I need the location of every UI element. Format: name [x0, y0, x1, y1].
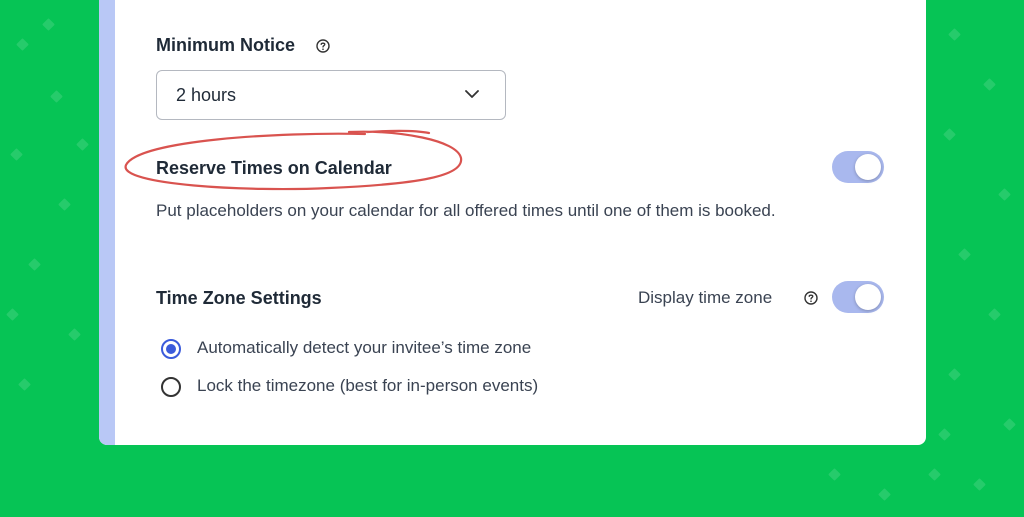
toggle-knob [855, 154, 881, 180]
lock-timezone-label[interactable]: Lock the timezone (best for in-person ev… [197, 376, 538, 396]
auto-detect-timezone-radio[interactable] [161, 339, 181, 359]
auto-detect-timezone-label[interactable]: Automatically detect your invitee’s time… [197, 338, 531, 358]
help-circle-icon[interactable] [316, 39, 330, 53]
reserve-times-toggle[interactable] [832, 151, 884, 183]
display-time-zone-toggle[interactable] [832, 281, 884, 313]
time-zone-settings-label: Time Zone Settings [156, 288, 322, 308]
display-time-zone-label: Display time zone [638, 288, 773, 307]
chevron-down-icon [465, 90, 479, 98]
lock-timezone-radio[interactable] [161, 377, 181, 397]
toggle-knob [855, 284, 881, 310]
card-accent-bar [99, 0, 115, 445]
minimum-notice-select[interactable]: 2 hours [156, 70, 506, 120]
settings-card: Minimum Notice 2 hours Reserve Times on … [99, 0, 926, 445]
minimum-notice-label: Minimum Notice [156, 35, 296, 55]
minimum-notice-value: 2 hours [176, 85, 237, 105]
help-circle-icon[interactable] [804, 291, 818, 305]
reserve-times-description: Put placeholders on your calendar for al… [156, 201, 776, 220]
reserve-times-label: Reserve Times on Calendar [156, 158, 392, 178]
